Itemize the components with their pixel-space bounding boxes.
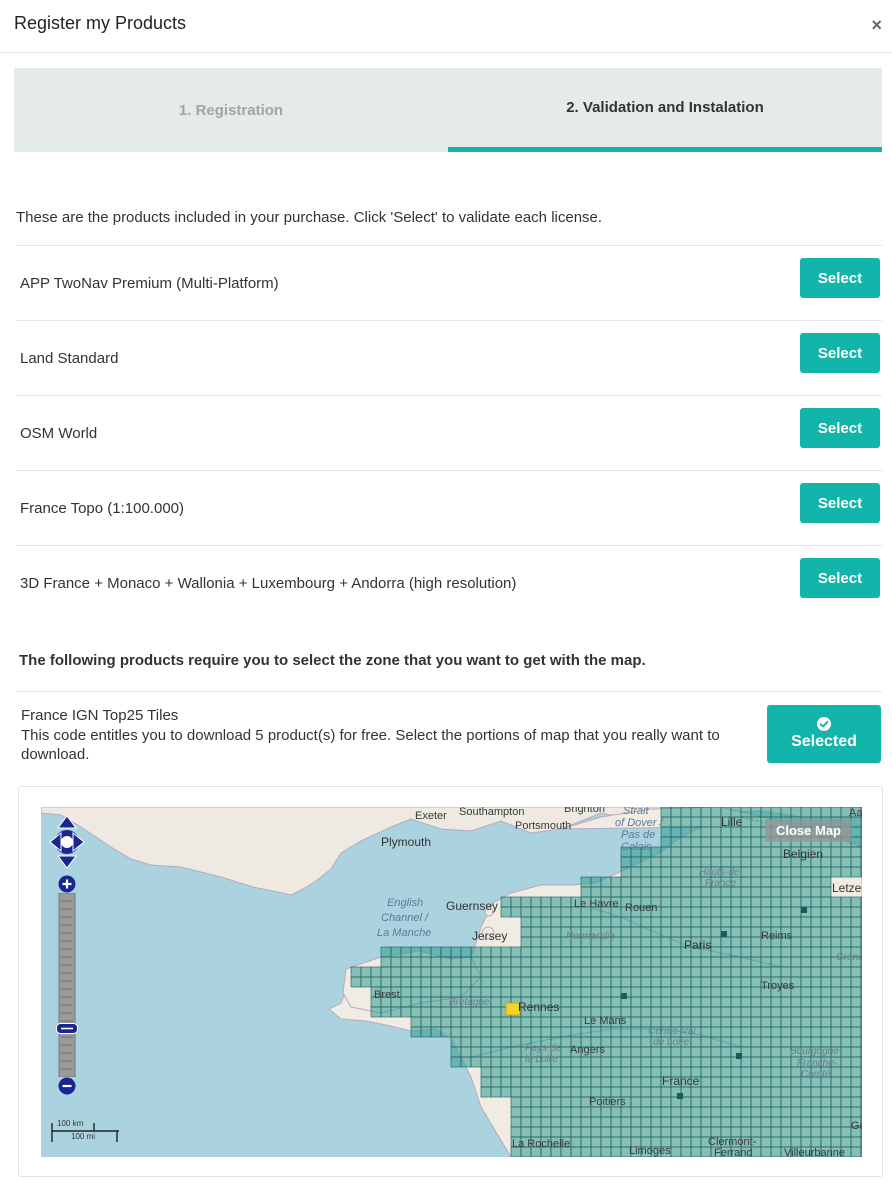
product-row: APP TwoNav Premium (Multi-Platform) Sele… [16, 245, 882, 320]
map-label-strait-4: Calais [621, 841, 652, 853]
map-label-rouen: Rouen [625, 902, 658, 914]
map-label-hauts-france: France [705, 878, 737, 889]
tab-validation-installation[interactable]: 2. Validation and Instalation [448, 68, 882, 152]
map-label-lille: Lille [721, 815, 743, 829]
map-label-clermont-2: Ferrand [714, 1147, 753, 1157]
map-label-plymouth: Plymouth [381, 835, 432, 849]
select-button[interactable]: Select [800, 408, 880, 448]
map-label-la-rochelle: La Rochelle [512, 1138, 571, 1150]
select-button[interactable]: Select [800, 483, 880, 523]
tab-registration[interactable]: 1. Registration [14, 68, 448, 152]
product-name: Land Standard [20, 350, 119, 367]
product-name: OSM World [20, 425, 98, 442]
map-label-ge: Ge [851, 1120, 862, 1132]
map-label-strait-1: Strait [623, 807, 649, 817]
map-label-normandie: Normandie [566, 931, 615, 942]
check-circle-icon [817, 717, 831, 731]
scale-mi-label: 100 mi [71, 1132, 96, 1141]
map-label-pays-2: la Loire [525, 1054, 558, 1065]
pan-arrows-icon[interactable] [48, 814, 86, 870]
modal-header: Register my Products × [0, 0, 892, 53]
map-label-strait-3: Pas de [621, 829, 656, 841]
map-label-hauts: Hauts-de [699, 867, 740, 878]
product-row: France Topo (1:100.000) Select [16, 470, 882, 545]
product-name: APP TwoNav Premium (Multi-Platform) [20, 275, 279, 292]
map-label-brest: Brest [374, 989, 400, 1001]
product-row: Land Standard Select [16, 320, 882, 395]
map-label-paris: Paris [684, 938, 712, 952]
map-label-pays-1: Pays de [525, 1043, 562, 1054]
scale-km-label: 100 km [57, 1119, 84, 1128]
map-label-grand: Grand [836, 952, 862, 963]
dialog-title: Register my Products [14, 13, 187, 33]
product-name: France Topo (1:100.000) [20, 500, 184, 517]
map-label-le-havre: Le Havre [574, 898, 619, 910]
selected-button[interactable]: Selected [767, 705, 881, 763]
wizard-tabs: 1. Registration 2. Validation and Instal… [14, 68, 882, 152]
close-icon[interactable]: × [871, 15, 882, 35]
zoom-in-icon[interactable] [58, 875, 76, 893]
map-label-strait-2: of Dover / [615, 817, 663, 829]
map-label-bretagne: Bretagne [449, 997, 490, 1008]
map-scale-bar: 100 km 100 mi [49, 1119, 119, 1143]
selected-label: Selected [791, 733, 857, 750]
product-row: OSM World Select [16, 395, 882, 470]
map-label-bourgogne-2: Franche- [797, 1058, 838, 1069]
close-map-button[interactable]: Close Map [765, 819, 852, 842]
product-row: 3D France + Monaco + Wallonia + Luxembou… [16, 545, 882, 620]
zone-map[interactable]: Exeter Southampton Brighton Portsmouth P… [41, 807, 862, 1157]
zone-product-row: France IGN Top25 Tiles This code entitle… [16, 691, 882, 771]
map-label-english-3: La Manche [377, 927, 432, 939]
map-label-letze: Letze [832, 881, 862, 895]
map-label-jersey: Jersey [472, 929, 508, 943]
map-label-bourgogne-1: Bourgogne- [790, 1046, 843, 1057]
zoom-slider[interactable] [58, 893, 76, 1077]
map-label-guernsey: Guernsey [446, 899, 499, 913]
select-button[interactable]: Select [800, 258, 880, 298]
map-label-troyes: Troyes [761, 980, 795, 992]
map-label-belgien: Belgien [783, 847, 824, 861]
map-label-centre-2: de Loire [653, 1037, 690, 1048]
map-label-france: France [662, 1074, 700, 1088]
zone-product-description: This code entitles you to download 5 pro… [21, 727, 720, 763]
map-label-centre-1: Centre-Val [648, 1026, 696, 1037]
map-label-angers: Angers [570, 1044, 605, 1056]
select-button[interactable]: Select [800, 333, 880, 373]
zone-product-title: France IGN Top25 Tiles [21, 707, 179, 724]
map-label-portsmouth: Portsmouth [515, 820, 572, 832]
zoom-out-icon[interactable] [58, 1077, 76, 1095]
map-label-exeter: Exeter [415, 810, 447, 822]
map-label-bourgogne-3: Comté [801, 1069, 831, 1080]
map-label-southampton: Southampton [459, 807, 525, 818]
map-label-english-2: Channel / [381, 912, 429, 924]
select-button[interactable]: Select [800, 558, 880, 598]
map-panel: Exeter Southampton Brighton Portsmouth P… [18, 786, 883, 1177]
intro-text: These are the products included in your … [16, 209, 603, 226]
map-label-le-mans: Le Mans [584, 1015, 627, 1027]
map-label-rennes: Rennes [518, 1000, 560, 1014]
product-name: 3D France + Monaco + Wallonia + Luxembou… [20, 575, 517, 592]
map-label-english-1: English [387, 897, 424, 909]
map-label-limoges: Limoges [629, 1145, 671, 1157]
map-label-villeurbanne: Villeurbanne [784, 1147, 845, 1157]
map-label-poitiers: Poitiers [589, 1096, 626, 1108]
map-label-brighton: Brighton [564, 807, 605, 815]
map-label-aa: Aa [849, 807, 862, 819]
zone-note: The following products require you to se… [19, 652, 646, 669]
map-basemap [41, 807, 862, 1157]
zoom-slider-handle[interactable] [56, 1023, 78, 1034]
map-label-reims: Reims [761, 930, 793, 942]
